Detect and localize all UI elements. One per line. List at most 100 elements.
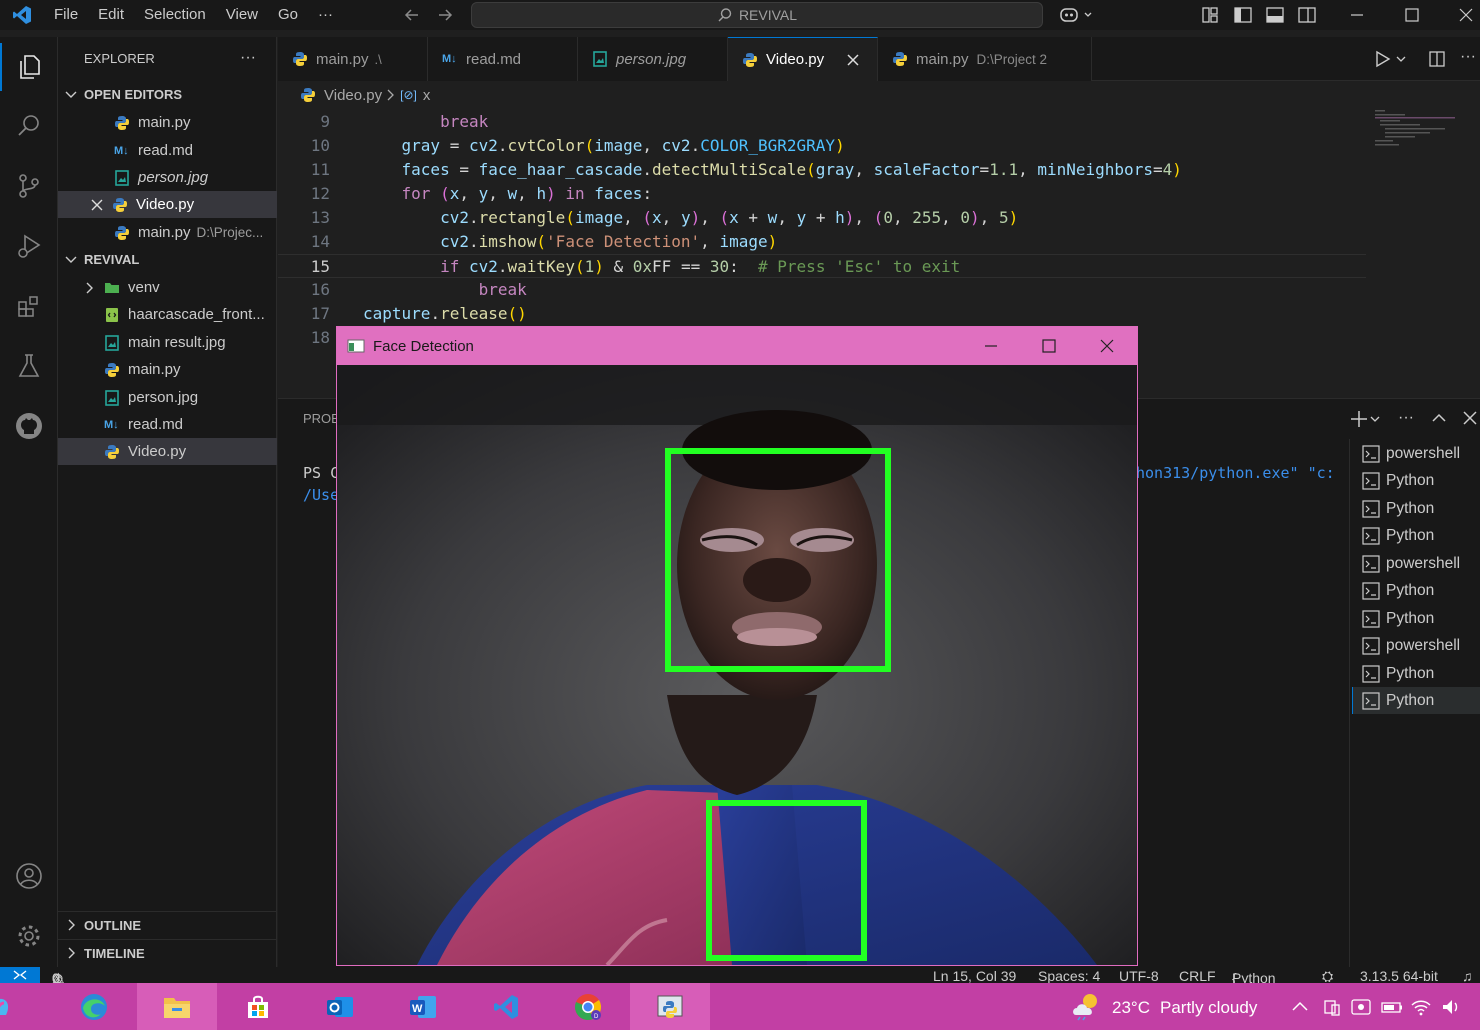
copilot-icon[interactable] xyxy=(1058,5,1096,25)
chrome-icon[interactable]: D xyxy=(548,983,628,1030)
python-interpreter[interactable]: 3.13.5 64-bit xyxy=(1360,969,1438,983)
command-center-search[interactable]: REVIVAL xyxy=(471,2,1043,28)
wifi-icon[interactable] xyxy=(1410,997,1432,1017)
toggle-panel-icon[interactable] xyxy=(1265,5,1285,25)
partly-cloudy-icon[interactable] xyxy=(1070,991,1104,1021)
terminal-list-item[interactable]: Python xyxy=(1352,577,1480,604)
terminal-list-item[interactable]: powershell xyxy=(1352,632,1480,659)
phone-link-icon[interactable] xyxy=(1322,997,1342,1017)
screen-record-icon[interactable] xyxy=(1350,997,1372,1017)
tab-main-py[interactable]: main.py .\ xyxy=(278,37,428,81)
file-explorer-icon[interactable] xyxy=(137,983,217,1030)
remote-indicator[interactable] xyxy=(0,967,40,983)
file-tree-item[interactable]: haarcascade_front... xyxy=(58,301,277,328)
face-detection-window[interactable]: Face Detection xyxy=(336,326,1138,966)
open-editor-item[interactable]: person.jpg xyxy=(58,164,277,191)
tab-close-icon[interactable] xyxy=(846,53,860,67)
tab-person-jpg[interactable]: person.jpg xyxy=(578,37,728,81)
maximize-icon[interactable] xyxy=(1402,5,1422,25)
weather-temperature[interactable]: 23°C xyxy=(1112,998,1150,1018)
explorer-icon[interactable] xyxy=(0,43,58,91)
open-editor-item[interactable]: M↓ read.md xyxy=(58,137,277,164)
maximize-icon[interactable] xyxy=(1040,337,1058,355)
show-hidden-icons-chevron-icon[interactable] xyxy=(1290,997,1310,1015)
terminal-list-item[interactable]: Python xyxy=(1352,522,1480,549)
python-taskbar-icon[interactable] xyxy=(630,983,710,1030)
file-tree-item[interactable]: M↓ read.md xyxy=(58,411,277,438)
revival-folder-section[interactable]: REVIVAL xyxy=(58,246,277,273)
run-python-file-icon[interactable] xyxy=(1374,50,1410,68)
file-tree-item[interactable]: main result.jpg xyxy=(58,329,277,356)
open-editor-item[interactable]: main.py D:\Projec... xyxy=(58,219,277,246)
customize-layout-icon[interactable] xyxy=(1200,5,1220,25)
encoding[interactable]: UTF-8 xyxy=(1119,969,1159,983)
editor-more-actions[interactable]: ··· xyxy=(1460,48,1476,66)
search-view-icon[interactable] xyxy=(0,102,58,150)
file-tree-item[interactable]: person.jpg xyxy=(58,384,277,411)
terminal-list-item[interactable]: Python xyxy=(1352,605,1480,632)
menu-edit[interactable]: Edit xyxy=(88,0,134,30)
copilot-taskbar-icon[interactable] xyxy=(0,983,20,1030)
explorer-more-actions[interactable]: ··· xyxy=(240,49,256,67)
nav-back-icon[interactable] xyxy=(403,6,421,24)
menu-view[interactable]: View xyxy=(216,0,268,30)
panel-more-actions[interactable]: ··· xyxy=(1398,409,1414,427)
close-icon[interactable] xyxy=(1098,337,1116,355)
volume-icon[interactable] xyxy=(1440,997,1462,1017)
source-control-icon[interactable] xyxy=(0,162,58,210)
notifications-bell-icon[interactable]: ♫ xyxy=(1462,969,1473,983)
terminal-list-item[interactable]: Python xyxy=(1352,660,1480,687)
close-panel-icon[interactable] xyxy=(1461,409,1479,427)
accounts-icon[interactable] xyxy=(0,852,58,900)
tab-video-py[interactable]: Video.py xyxy=(728,37,878,81)
outline-section[interactable]: OUTLINE xyxy=(58,911,277,938)
file-tree-item[interactable]: main.py xyxy=(58,356,277,383)
file-tree-item[interactable]: venv xyxy=(58,274,277,301)
edge-browser-icon[interactable] xyxy=(54,983,134,1030)
open-editor-item-active[interactable]: Video.py xyxy=(58,191,277,218)
settings-gear-icon[interactable] xyxy=(0,912,58,960)
battery-icon[interactable] xyxy=(1380,997,1404,1017)
open-editor-item[interactable]: main.py xyxy=(58,109,277,136)
timeline-section[interactable]: TIMELINE xyxy=(58,939,277,966)
open-editors-section[interactable]: OPEN EDITORS xyxy=(58,81,277,108)
github-icon[interactable] xyxy=(0,402,58,450)
close-icon[interactable] xyxy=(90,198,104,212)
extensions-icon[interactable] xyxy=(0,282,58,330)
breadcrumb-symbol[interactable]: x xyxy=(423,87,431,104)
minimap[interactable] xyxy=(1370,108,1470,153)
maximize-panel-icon[interactable] xyxy=(1430,409,1448,427)
terminal-list-item[interactable]: Python xyxy=(1352,495,1480,522)
minimize-icon[interactable] xyxy=(1347,5,1367,25)
new-terminal-icon[interactable] xyxy=(1350,409,1380,429)
tab-read-md[interactable]: M↓ read.md xyxy=(428,37,578,81)
terminal-list-item[interactable]: powershell xyxy=(1352,550,1480,577)
nav-forward-icon[interactable] xyxy=(436,6,454,24)
indentation[interactable]: Spaces: 4 xyxy=(1038,969,1100,983)
split-editor-icon[interactable] xyxy=(1428,50,1446,68)
close-window-icon[interactable] xyxy=(1456,5,1476,25)
vscode-taskbar-icon[interactable] xyxy=(466,983,546,1030)
end-of-line[interactable]: CRLF xyxy=(1179,969,1216,983)
microsoft-store-icon[interactable] xyxy=(218,983,298,1030)
weather-description[interactable]: Partly cloudy xyxy=(1160,998,1257,1018)
breadcrumb-file[interactable]: Video.py xyxy=(324,87,382,104)
file-tree-item-active[interactable]: Video.py xyxy=(58,438,277,465)
terminal-list-item-active[interactable]: Python xyxy=(1352,687,1480,714)
run-debug-icon[interactable] xyxy=(0,222,58,270)
menu-file[interactable]: File xyxy=(44,0,88,30)
toggle-secondary-sidebar-icon[interactable] xyxy=(1297,5,1317,25)
panel-tab-problems[interactable]: PROB xyxy=(303,411,340,426)
word-icon[interactable]: W xyxy=(383,983,463,1030)
terminal-list-item[interactable]: powershell xyxy=(1352,440,1480,467)
menu-go[interactable]: Go xyxy=(268,0,308,30)
testing-icon[interactable] xyxy=(0,342,58,390)
cursor-position[interactable]: Ln 15, Col 39 xyxy=(933,969,1016,983)
menu-more[interactable]: ··· xyxy=(308,0,343,30)
tab-main-py-project2[interactable]: main.py D:\Project 2 xyxy=(878,37,1092,81)
outlook-icon[interactable] xyxy=(300,983,380,1030)
toggle-primary-sidebar-icon[interactable] xyxy=(1233,5,1253,25)
face-detection-titlebar[interactable]: Face Detection xyxy=(337,327,1137,365)
terminal-list-item[interactable]: Python xyxy=(1352,467,1480,494)
minimize-icon[interactable] xyxy=(982,337,1000,355)
